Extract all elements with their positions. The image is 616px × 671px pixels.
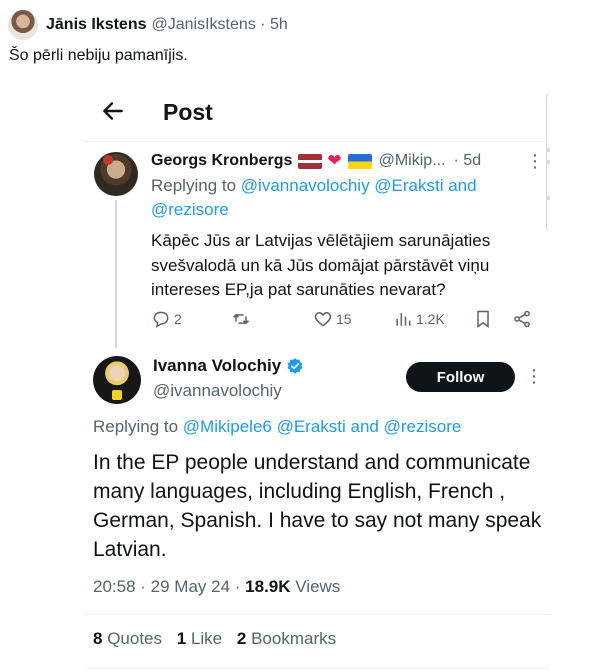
- more-options-icon[interactable]: ⋮: [525, 151, 545, 171]
- back-arrow-icon[interactable]: [100, 98, 126, 124]
- reply-count: 2: [174, 311, 182, 327]
- repost-button[interactable]: [231, 309, 251, 329]
- reply-time[interactable]: · 5d: [454, 152, 482, 170]
- bookmark-button[interactable]: [473, 309, 493, 329]
- likes-stat[interactable]: 1 Like: [177, 629, 222, 648]
- rail-dot: [546, 196, 550, 200]
- reply-actions: 2 15 1.2K: [151, 309, 541, 333]
- main-author-handle[interactable]: @ivannavolochiy: [153, 381, 282, 401]
- latvia-flag-icon: [298, 153, 323, 169]
- replying-prefix: Replying to: [151, 176, 237, 195]
- tweet-meta: 20:58 · 29 May 24 · 18.9K Views: [93, 577, 340, 597]
- bookmarks-stat[interactable]: 2 Bookmarks: [237, 629, 336, 648]
- follow-button[interactable]: Follow: [406, 362, 515, 392]
- likes-label: Like: [190, 629, 223, 648]
- heart-icon: ❤: [327, 151, 342, 170]
- like-count: 15: [336, 311, 352, 327]
- tweet-text: Šo pērli nebiju pamanījis.: [9, 47, 188, 64]
- reply-author-handle[interactable]: @Mikip...: [379, 152, 446, 170]
- rail-dot: [546, 148, 550, 152]
- tweet-stats: 8 Quotes 1 Like 2 Bookmarks: [93, 629, 336, 649]
- comment-icon: [153, 311, 169, 329]
- likes-count: 1: [176, 629, 187, 648]
- main-author-name[interactable]: Ivanna Volochiy: [153, 356, 304, 376]
- reply-button[interactable]: 2: [151, 309, 182, 329]
- views-count: 18.9K: [245, 577, 291, 596]
- divider: [84, 614, 550, 615]
- reply-replying-to: Replying to @ivannavolochiy @Eraksti and…: [151, 174, 541, 222]
- quotes-label: Quotes: [107, 629, 163, 648]
- author-handle-time[interactable]: @JanisIkstens · 5h: [152, 16, 288, 34]
- timestamp[interactable]: 20:58 · 29 May 24 ·: [93, 577, 240, 596]
- heart-outline-icon: [314, 311, 332, 327]
- main-author-name-text: Ivanna Volochiy: [153, 356, 282, 375]
- main-replying-to: Replying to @Mikipele6 @Eraksti and @rez…: [93, 415, 545, 439]
- replying-links[interactable]: @Mikipele6 @Eraksti and @rezisore: [183, 417, 462, 436]
- replying-prefix: Replying to: [93, 417, 179, 436]
- more-options-icon[interactable]: ⋮: [524, 366, 544, 386]
- avatar[interactable]: [94, 152, 138, 196]
- replying-link[interactable]: @rezisore: [151, 200, 229, 219]
- bookmark-icon: [477, 310, 489, 328]
- analytics-icon: [396, 313, 411, 326]
- views-label: Views: [295, 577, 341, 596]
- replying-links[interactable]: @ivannavolochiy @Eraksti and: [241, 176, 477, 195]
- thread-line: [115, 200, 117, 348]
- reply-author-name[interactable]: Georgs Kronbergs: [151, 152, 292, 170]
- main-tweet-text: In the EP people understand and communic…: [93, 451, 542, 561]
- reply-header: Georgs Kronbergs ❤ @Mikip... · 5d: [151, 151, 481, 171]
- ukraine-flag-icon: [347, 153, 372, 169]
- avatar[interactable]: [93, 356, 141, 404]
- divider: [84, 668, 550, 669]
- repost-icon: [232, 313, 250, 325]
- quotes-count: 8: [93, 629, 103, 648]
- rail-dot: [546, 160, 550, 164]
- verified-badge-icon: [287, 358, 303, 374]
- views-button[interactable]: 1.2K: [393, 309, 445, 329]
- avatar[interactable]: [8, 10, 38, 40]
- share-button[interactable]: [512, 309, 532, 329]
- bookmarks-label: Bookmarks: [251, 629, 337, 648]
- like-button[interactable]: 15: [313, 309, 352, 329]
- divider: [84, 141, 550, 142]
- outer-tweet-header: Jānis Ikstens @JanisIkstens · 5h: [8, 10, 288, 40]
- author-name[interactable]: Jānis Ikstens: [46, 16, 147, 34]
- views-count: 1.2K: [416, 311, 445, 327]
- share-icon: [514, 310, 530, 328]
- reply-text: Kāpēc Jūs ar Latvijas vēlētājiem sarunāj…: [151, 231, 491, 299]
- quotes-stat[interactable]: 8 Quotes: [93, 629, 162, 648]
- page-title: Post: [163, 99, 213, 125]
- bookmarks-count: 2: [236, 629, 247, 648]
